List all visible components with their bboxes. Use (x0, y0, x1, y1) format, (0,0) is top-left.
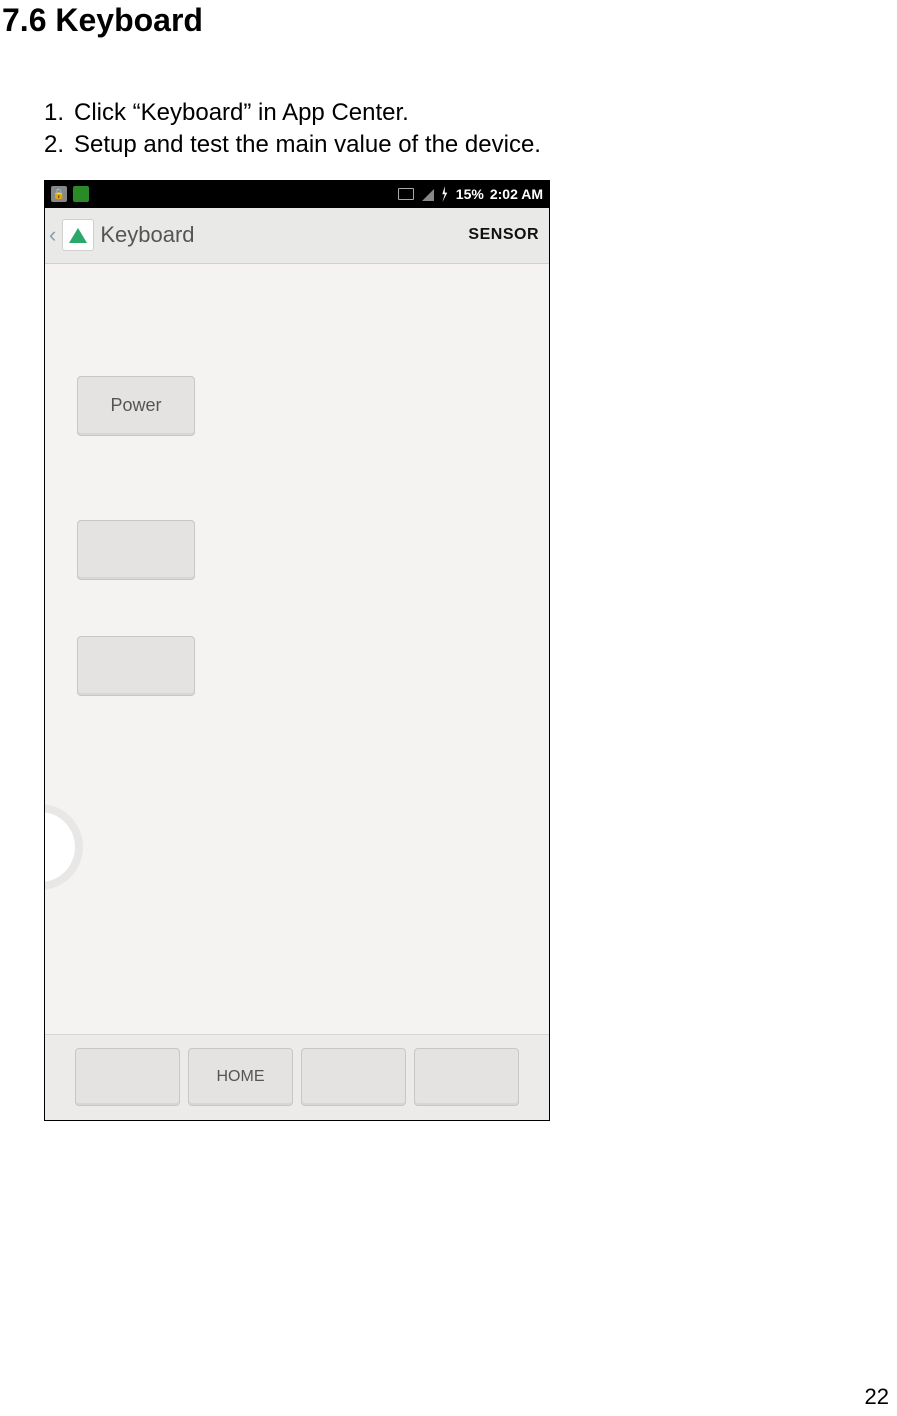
key-button-blank-1[interactable] (77, 520, 195, 580)
status-right: 15% 2:02 AM (398, 186, 543, 202)
dial-icon (45, 812, 75, 882)
nav-button-3[interactable] (301, 1048, 406, 1106)
nav-button-4[interactable] (414, 1048, 519, 1106)
phone-body: Power (45, 264, 549, 1034)
list-item: 2. Setup and test the main value of the … (44, 129, 897, 161)
charging-icon (440, 186, 450, 202)
section-heading: 7.6 Keyboard (0, 0, 897, 39)
nav-button-1[interactable] (75, 1048, 180, 1106)
status-left: 🔒 (51, 186, 89, 202)
list-number: 2. (44, 129, 74, 161)
page-number: 22 (865, 1384, 889, 1410)
status-bar: 🔒 15% 2:02 AM (45, 181, 549, 208)
triangle-icon (69, 228, 87, 243)
keyboard-status-icon (398, 188, 414, 200)
back-icon[interactable]: ‹ (49, 222, 56, 248)
bottom-nav-bar: HOME (45, 1034, 549, 1120)
app-header: ‹ Keyboard SENSOR (45, 208, 549, 264)
no-signal-icon (420, 187, 434, 201)
app-title: Keyboard (100, 222, 194, 248)
sensor-button[interactable]: SENSOR (468, 226, 539, 244)
list-number: 1. (44, 97, 74, 129)
list-text: Setup and test the main value of the dev… (74, 129, 541, 161)
lock-icon: 🔒 (51, 186, 67, 202)
list-item: 1. Click “Keyboard” in App Center. (44, 97, 897, 129)
status-time: 2:02 AM (490, 186, 543, 202)
power-button[interactable]: Power (77, 376, 195, 436)
instruction-list: 1. Click “Keyboard” in App Center. 2. Se… (44, 97, 897, 162)
home-button[interactable]: HOME (188, 1048, 293, 1106)
battery-saver-icon (73, 186, 89, 202)
app-header-left: ‹ Keyboard (55, 219, 195, 251)
phone-screenshot: 🔒 15% 2:02 AM ‹ Keyboard SENSOR Power HO… (44, 180, 550, 1121)
app-logo-icon (62, 219, 94, 251)
battery-percentage: 15% (456, 186, 484, 202)
key-button-blank-2[interactable] (77, 636, 195, 696)
list-text: Click “Keyboard” in App Center. (74, 97, 409, 129)
